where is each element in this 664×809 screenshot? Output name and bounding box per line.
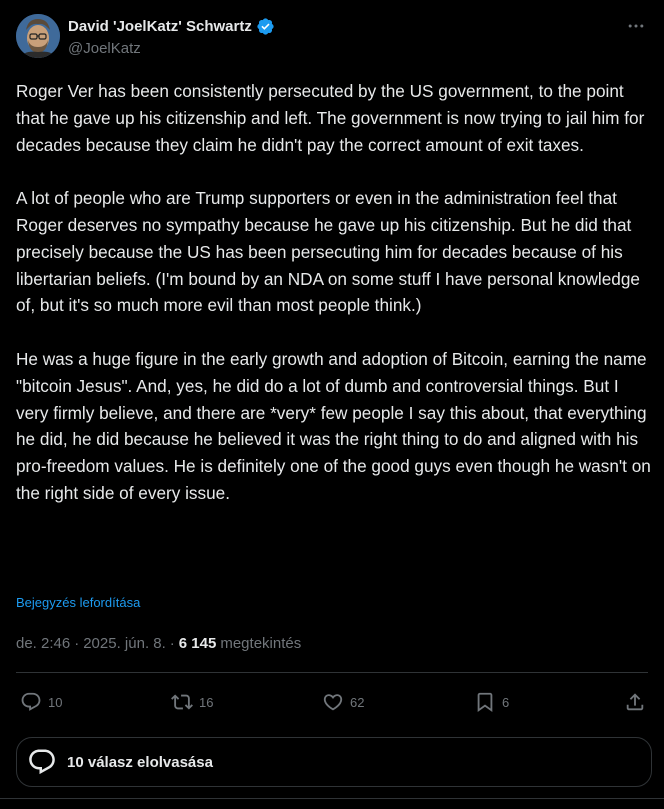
- tweet-paragraph: A lot of people who are Trump supporters…: [16, 188, 640, 316]
- tweet-paragraph: Roger Ver has been consistently persecut…: [16, 81, 645, 155]
- bookmark-icon: [477, 692, 493, 713]
- verified-badge-icon: [256, 17, 275, 36]
- reply-bubble-icon: [29, 749, 55, 775]
- bookmark-count: 6: [502, 694, 510, 710]
- like-count: 62: [350, 694, 365, 710]
- read-replies-label: 10 válasz elolvasása: [67, 753, 213, 771]
- tweet-date[interactable]: 2025. jún. 8.: [83, 635, 166, 652]
- author-handle[interactable]: @JoelKatz: [68, 40, 141, 57]
- avatar-image: [16, 14, 60, 58]
- repost-icon: [171, 694, 193, 710]
- like-button[interactable]: 62: [322, 684, 364, 720]
- repost-button[interactable]: 16: [171, 684, 213, 720]
- views-count: 6 145: [178, 635, 217, 652]
- share-icon: [626, 693, 644, 711]
- author-name-row: David 'JoelKatz' Schwartz: [68, 17, 275, 36]
- bookmark-button[interactable]: 6: [474, 684, 509, 720]
- heart-icon: [323, 694, 343, 711]
- more-options-button[interactable]: [624, 14, 648, 38]
- tweet-paragraph: He was a huge figure in the early growth…: [16, 348, 651, 503]
- tweet-metadata: de. 2:46 · 2025. jún. 8. · 6 145 megteki…: [16, 635, 301, 652]
- more-horizontal-icon: [628, 24, 644, 28]
- repost-count: 16: [199, 694, 214, 710]
- translate-post-link[interactable]: Bejegyzés lefordítása: [16, 595, 140, 610]
- reply-button[interactable]: 10: [20, 684, 62, 720]
- tweet-text: Roger Ver has been consistently persecut…: [16, 78, 652, 507]
- tweet-time[interactable]: de. 2:46: [16, 635, 70, 652]
- avatar[interactable]: [16, 14, 60, 58]
- reply-count: 10: [48, 694, 63, 710]
- share-button[interactable]: [624, 684, 646, 720]
- tweet-detail: David 'JoelKatz' Schwartz @JoelKatz Roge…: [0, 0, 664, 809]
- author-display-name[interactable]: David 'JoelKatz' Schwartz: [68, 18, 252, 35]
- meta-separator: ·: [169, 635, 175, 652]
- divider: [16, 672, 648, 673]
- meta-separator: ·: [74, 635, 80, 652]
- views-label: megtekintés: [220, 635, 302, 652]
- divider: [0, 798, 664, 799]
- read-replies-button[interactable]: 10 válasz elolvasása: [16, 737, 652, 787]
- action-bar: 10 16 62 6: [16, 684, 648, 720]
- reply-icon: [21, 692, 41, 711]
